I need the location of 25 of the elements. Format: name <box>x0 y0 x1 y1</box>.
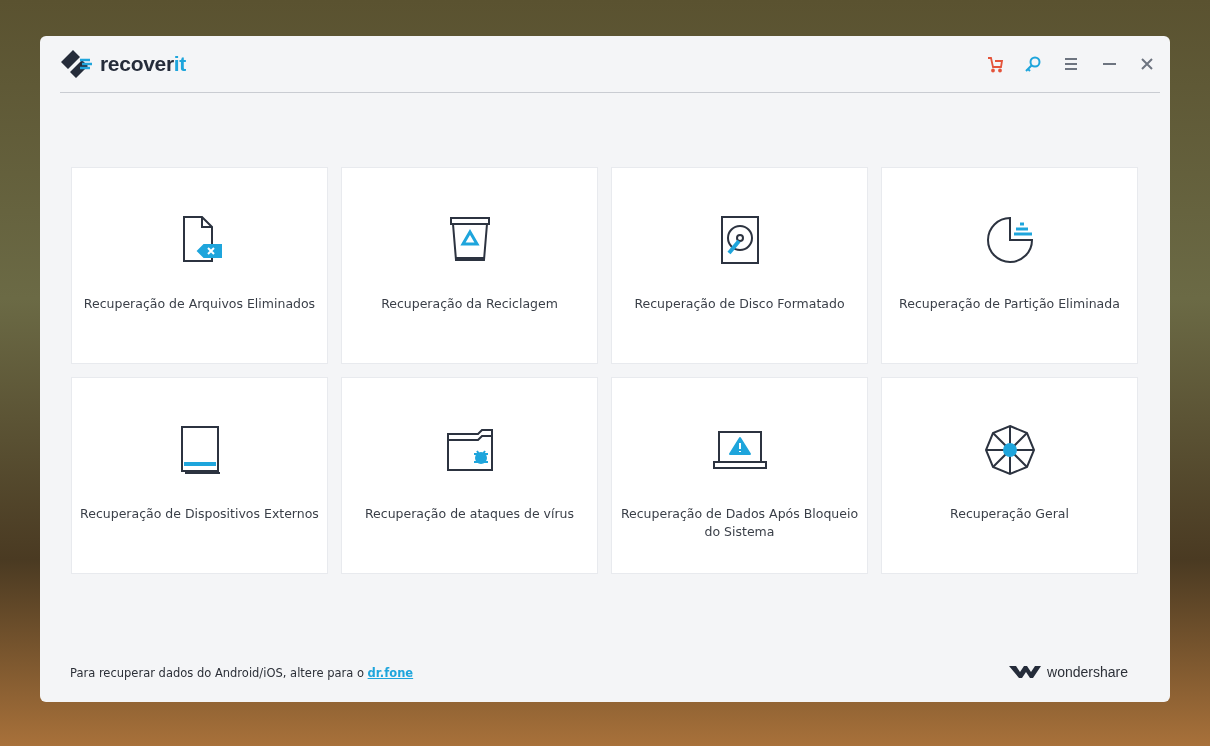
recovery-option-card[interactable]: Recuperação de Arquivos Eliminados <box>71 167 328 364</box>
network-hub-icon <box>983 424 1036 476</box>
brand-name: wondershare <box>1047 664 1128 680</box>
recovery-option-card[interactable]: Recuperação Geral <box>881 377 1138 574</box>
recovery-option-card[interactable]: Recuperação de Dispositivos Externos <box>71 377 328 574</box>
recovery-option-card[interactable]: Recuperação de Dados Após Bloqueio do Sistema <box>611 377 868 574</box>
option-label: Recuperação de Dispositivos Externos <box>79 505 320 523</box>
cart-icon[interactable] <box>986 55 1004 73</box>
option-label: Recuperação de ataques de vírus <box>363 505 576 523</box>
key-icon[interactable] <box>1024 55 1042 73</box>
menu-icon[interactable] <box>1062 55 1080 73</box>
logo-wordmark: recoverit <box>100 52 187 76</box>
option-label: Recuperação Geral <box>949 505 1070 523</box>
option-label: Recuperação de Arquivos Eliminados <box>82 295 317 313</box>
logo-icon <box>60 48 94 80</box>
option-label: Recuperação de Partição Eliminada <box>898 295 1121 313</box>
recovery-option-card[interactable]: Recuperação da Reciclagem <box>341 167 598 364</box>
recovery-option-card[interactable]: Recuperação de ataques de vírus <box>341 377 598 574</box>
option-label: Recuperação de Dados Após Bloqueio do Sistema <box>619 505 860 541</box>
recovery-option-card[interactable]: Recuperação de Partição Eliminada <box>881 167 1138 364</box>
brand-logo-icon <box>1009 664 1042 680</box>
option-label: Recuperação da Reciclagem <box>380 295 559 313</box>
recovery-option-card[interactable]: Recuperação de Disco Formatado <box>611 167 868 364</box>
footer-note: Para recuperar dados do Android/iOS, altere para o dr.fone <box>70 666 414 680</box>
option-label: Recuperação de Disco Formatado <box>633 295 846 313</box>
